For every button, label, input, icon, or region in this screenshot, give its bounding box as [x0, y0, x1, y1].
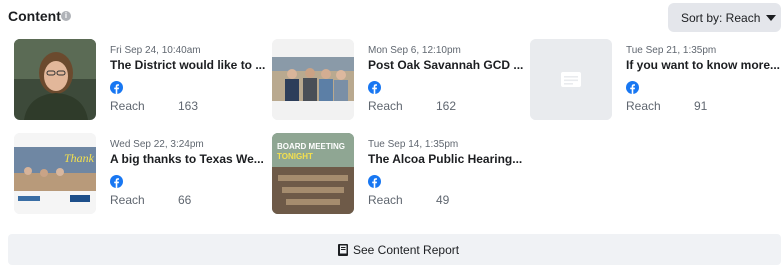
metric-label: Reach: [110, 99, 145, 113]
caret-down-icon: [766, 15, 776, 21]
facebook-icon: [110, 175, 123, 188]
section-title: Content: [8, 8, 61, 24]
post-title[interactable]: Post Oak Savannah GCD ...: [368, 58, 523, 72]
report-book-icon: [338, 244, 348, 256]
facebook-icon: [368, 81, 381, 94]
facebook-icon: [626, 81, 639, 94]
metric-value: 162: [436, 99, 457, 113]
post-card[interactable]: Thank Wed Sep 22, 3:24pm A big thanks to…: [14, 133, 264, 217]
post-thumbnail[interactable]: [530, 39, 612, 120]
post-card[interactable]: Mon Sep 6, 12:10pm Post Oak Savannah GCD…: [272, 39, 523, 123]
thanks-text: Thank: [64, 151, 95, 165]
facebook-icon: [110, 81, 123, 94]
post-thumbnail[interactable]: BOARD MEETING TONIGHT: [272, 133, 354, 214]
post-thumbnail[interactable]: [14, 39, 96, 120]
board-meeting-text: BOARD MEETING: [277, 142, 345, 151]
post-title[interactable]: If you want to know more...: [626, 58, 780, 72]
thank-you-graphic: Thank: [14, 133, 96, 214]
content-header: Content i Sort by: Reach: [0, 0, 781, 34]
metric-label: Reach: [368, 193, 403, 207]
post-card[interactable]: Tue Sep 21, 1:35pm If you want to know m…: [530, 39, 780, 123]
post-card[interactable]: Fri Sep 24, 10:40am The District would l…: [14, 39, 265, 123]
sort-label: Sort by: Reach: [681, 11, 761, 25]
post-date: Tue Sep 14, 1:35pm: [368, 139, 459, 150]
post-title[interactable]: A big thanks to Texas We...: [110, 152, 264, 166]
post-thumbnail[interactable]: [272, 39, 354, 120]
group-photo: [272, 39, 354, 120]
metric-value: 91: [694, 99, 708, 113]
metric-label: Reach: [368, 99, 403, 113]
post-date: Tue Sep 21, 1:35pm: [626, 45, 717, 56]
board-meeting-photo: BOARD MEETING TONIGHT: [272, 133, 354, 214]
text-post-placeholder: [530, 39, 612, 120]
metric-value: 163: [178, 99, 199, 113]
sort-by-button[interactable]: Sort by: Reach: [668, 3, 781, 32]
post-title[interactable]: The Alcoa Public Hearing...: [368, 152, 522, 166]
portrait-photo: [14, 39, 96, 120]
metric-label: Reach: [626, 99, 661, 113]
post-date: Wed Sep 22, 3:24pm: [110, 139, 204, 150]
post-date: Fri Sep 24, 10:40am: [110, 45, 201, 56]
post-thumbnail[interactable]: Thank: [14, 133, 96, 214]
report-label: See Content Report: [353, 243, 460, 257]
metric-value: 66: [178, 193, 192, 207]
metric-label: Reach: [110, 193, 145, 207]
see-content-report-button[interactable]: See Content Report: [8, 234, 781, 265]
facebook-icon: [368, 175, 381, 188]
post-date: Mon Sep 6, 12:10pm: [368, 45, 461, 56]
metric-value: 49: [436, 193, 450, 207]
post-card[interactable]: BOARD MEETING TONIGHT Tue Sep 14, 1:35pm…: [272, 133, 522, 217]
info-icon[interactable]: i: [61, 11, 71, 21]
post-title[interactable]: The District would like to ...: [110, 58, 265, 72]
tonight-text: TONIGHT: [277, 152, 313, 161]
